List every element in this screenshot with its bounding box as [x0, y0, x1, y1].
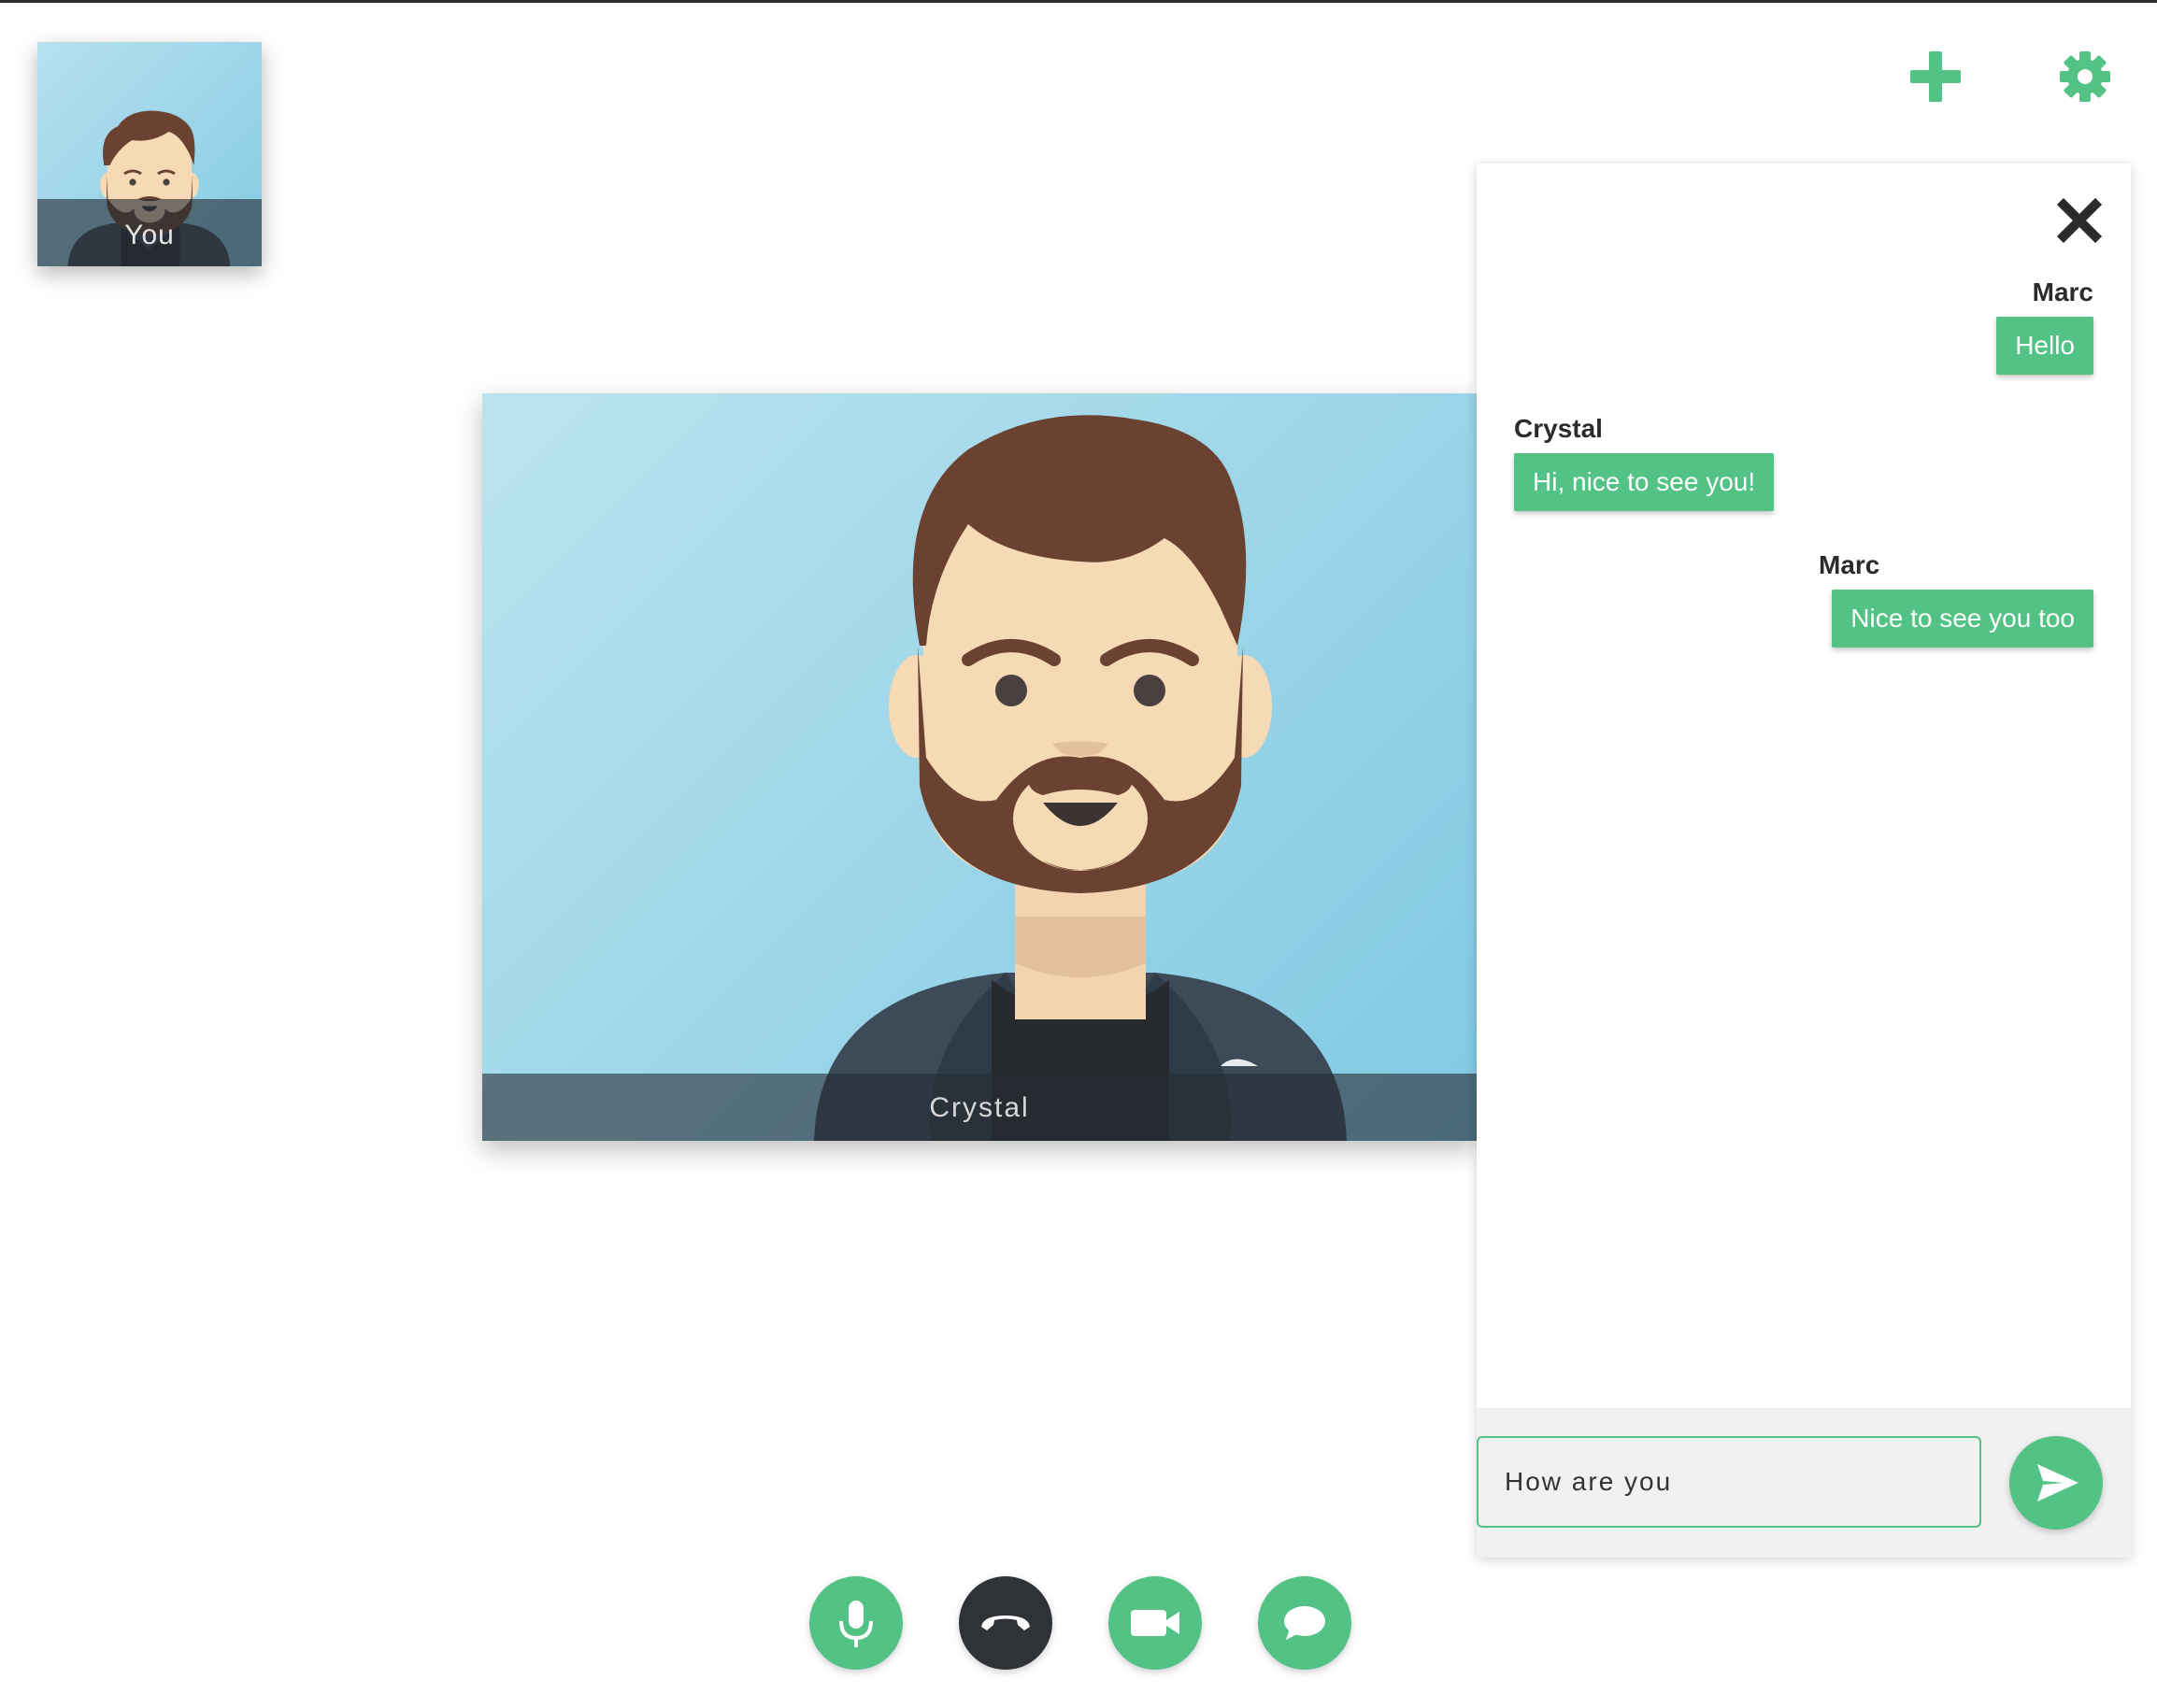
message-bubble: Hello — [1996, 317, 2093, 375]
microphone-icon — [839, 1601, 873, 1647]
message-input[interactable] — [1477, 1436, 1981, 1528]
send-button[interactable] — [2009, 1436, 2103, 1530]
remote-video: Crystal — [482, 393, 1477, 1141]
chat-bubble-icon — [1284, 1606, 1325, 1640]
mute-button[interactable] — [809, 1576, 903, 1670]
plus-icon — [1910, 51, 1961, 102]
close-icon — [2056, 197, 2103, 244]
remote-label: Crystal — [929, 1092, 1030, 1123]
add-participant-button[interactable] — [1908, 50, 1963, 104]
chat-input-area — [1477, 1408, 2131, 1558]
send-icon — [2037, 1464, 2078, 1502]
message-sender: Crystal — [1514, 414, 1603, 443]
video-camera-icon — [1131, 1610, 1179, 1636]
message-bubble: Hi, nice to see you! — [1514, 453, 1775, 511]
self-video-preview[interactable]: You — [37, 42, 262, 266]
camera-button[interactable] — [1108, 1576, 1202, 1670]
message-bubble: Nice to see you too — [1832, 590, 2093, 648]
message-sender: Marc — [1819, 550, 1880, 579]
phone-hangup-icon — [981, 1615, 1030, 1630]
close-chat-button[interactable] — [2056, 197, 2103, 244]
hang-up-button[interactable] — [959, 1576, 1052, 1670]
chat-toggle-button[interactable] — [1258, 1576, 1351, 1670]
message-sender: Marc — [2032, 278, 2093, 306]
self-label: You — [124, 220, 175, 250]
remote-avatar — [814, 415, 1347, 1141]
settings-button[interactable] — [2058, 50, 2112, 104]
gear-icon — [2060, 51, 2110, 102]
chat-panel: Marc Hello Crystal Hi, nice to see you! … — [1477, 164, 2131, 1558]
